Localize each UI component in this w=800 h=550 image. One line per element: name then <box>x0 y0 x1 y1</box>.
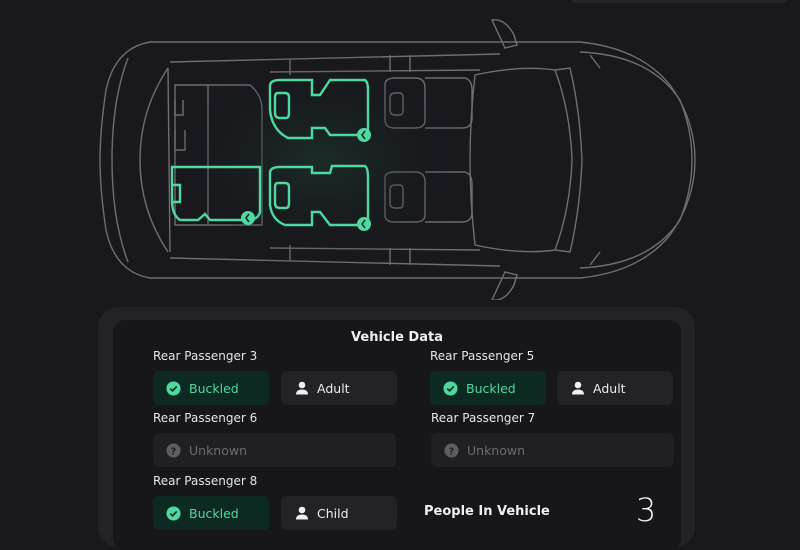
person-icon <box>294 506 309 521</box>
buckled-status-chip[interactable]: Buckled <box>153 371 269 405</box>
check-circle-icon <box>166 505 181 521</box>
status-text: Buckled <box>189 380 239 396</box>
passenger-label: Rear Passenger 6 <box>153 411 258 425</box>
type-text: Child <box>317 505 349 521</box>
passenger-label: Rear Passenger 7 <box>431 411 536 425</box>
type-text: Adult <box>593 380 626 396</box>
passenger-label: Rear Passenger 8 <box>153 474 258 488</box>
buckled-status-chip[interactable]: Buckled <box>153 496 269 530</box>
status-text: Buckled <box>189 505 239 521</box>
passenger-label: Rear Passenger 5 <box>430 349 535 363</box>
person-icon <box>570 381 585 396</box>
type-text: Adult <box>317 380 350 396</box>
status-text: Unknown <box>467 442 526 458</box>
status-text: Buckled <box>466 380 516 396</box>
status-text: Unknown <box>189 442 248 458</box>
people-in-vehicle-count: 3 <box>635 491 657 529</box>
question-circle-icon: ? <box>166 442 181 458</box>
seatbelt-badge-icon <box>357 128 371 142</box>
seatbelt-badge-icon <box>357 217 371 231</box>
people-in-vehicle-label: People In Vehicle <box>424 504 550 519</box>
buckled-status-chip[interactable]: Buckled <box>430 371 546 405</box>
vehicle-data-title: Vehicle Data <box>351 330 443 345</box>
svg-text:?: ? <box>449 446 454 457</box>
occupant-type-chip[interactable]: Child <box>281 496 397 530</box>
occupant-type-chip[interactable]: Adult <box>281 371 397 405</box>
seatbelt-badge-icon <box>241 211 255 225</box>
check-circle-icon <box>166 380 181 396</box>
car-top-view-diagram <box>99 19 696 300</box>
passenger-label: Rear Passenger 3 <box>153 349 258 363</box>
occupant-type-chip[interactable]: Adult <box>557 371 673 405</box>
occupancy-glow <box>160 50 480 270</box>
question-circle-icon: ? <box>444 442 459 458</box>
svg-text:?: ? <box>171 446 176 457</box>
person-icon <box>294 381 309 396</box>
unknown-status-chip[interactable]: ? Unknown <box>431 433 674 467</box>
check-circle-icon <box>443 380 458 396</box>
unknown-status-chip[interactable]: ? Unknown <box>153 433 396 467</box>
